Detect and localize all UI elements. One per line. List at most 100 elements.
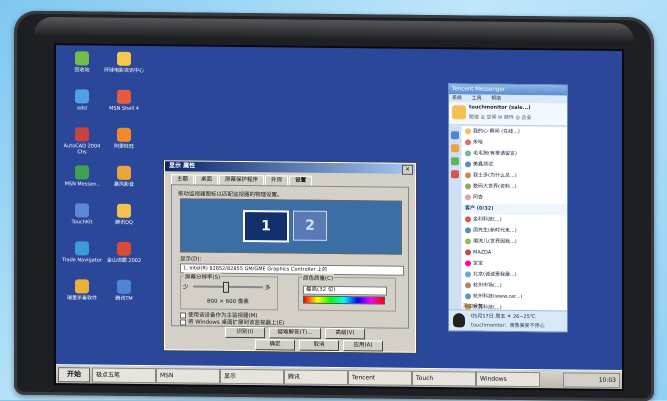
contact-name: 北京(诚诚是我最...) xyxy=(473,271,517,278)
cancel-button[interactable]: 取消 xyxy=(299,339,339,352)
desktop-icon[interactable]: AutoCAD 2004 Chs xyxy=(60,127,104,155)
taskbar-item[interactable]: Tencent xyxy=(348,370,412,386)
contact-name: 我的心·瞬间 (在线...) xyxy=(473,128,520,135)
desktop-icon[interactable]: 腾讯TM xyxy=(102,279,146,302)
avatar[interactable] xyxy=(452,105,466,120)
group-icon[interactable] xyxy=(451,144,459,153)
contact-avatar-icon xyxy=(465,215,471,222)
monitor-1-icon[interactable]: 1 xyxy=(243,210,289,243)
contact-avatar-icon xyxy=(465,171,471,178)
desktop-icon-label: MSN Shell 4 xyxy=(109,105,139,112)
desktop-icon[interactable]: 暴风影音 xyxy=(102,165,146,188)
monitor-frame: 回收站 环球电影资讯中心 adsl MSN Shell 4 AutoCAD 2004 C… xyxy=(14,10,654,401)
tab-screensaver[interactable]: 屏幕保护程序 xyxy=(219,174,265,186)
desktop-icon[interactable]: MSN Shell 4 xyxy=(102,89,146,112)
resolution-less: 少 xyxy=(183,284,189,291)
contact-avatar-icon xyxy=(465,138,471,145)
color-quality-group: 颜色质量(C) 最高(32 位) xyxy=(298,273,396,312)
resolution-slider-thumb[interactable] xyxy=(223,281,229,293)
troubleshoot-button[interactable]: 疑难解答(T)... xyxy=(269,327,321,339)
taskbar-item[interactable]: 极点五笔 xyxy=(92,367,156,384)
desktop-icon[interactable]: 瑞星杀毒软件 xyxy=(60,279,104,302)
contact-name: 阿杏 xyxy=(473,194,484,201)
app-icon xyxy=(117,165,131,180)
desktop-icon[interactable]: MSN Messen.. xyxy=(60,165,104,188)
start-button[interactable]: 开始 xyxy=(58,367,90,383)
recent-icon[interactable] xyxy=(451,157,459,166)
weather-date: 05月17日 周五 ☀ 26~25℃ xyxy=(471,313,536,321)
contact-avatar-icon xyxy=(465,248,471,255)
screen: 回收站 环球电影资讯中心 adsl MSN Shell 4 AutoCAD 2004 C… xyxy=(54,43,624,392)
desktop: 回收站 环球电影资讯中心 adsl MSN Shell 4 AutoCAD 2004 C… xyxy=(56,45,622,372)
contact-avatar-icon xyxy=(465,127,471,134)
extend-desktop-label: 将 Windows 桌面扩展到该监视器上(E) xyxy=(188,319,285,327)
desktop-icon[interactable]: TouchKit xyxy=(60,203,104,225)
desktop-icon[interactable]: Trade Navigator xyxy=(60,241,104,264)
contact-name: 毛毛狗(有事请留言) xyxy=(473,150,517,157)
resolution-slider[interactable] xyxy=(193,281,263,293)
taskbar-item[interactable]: Windows xyxy=(476,371,540,388)
app-icon xyxy=(117,279,131,294)
tab-desktop[interactable]: 桌面 xyxy=(195,174,219,185)
taskbar-item[interactable]: MSN xyxy=(156,368,220,384)
menu-help[interactable]: 帮助 xyxy=(491,96,501,102)
identify-button[interactable]: 识别(I) xyxy=(225,326,265,339)
contact-name: 周先生(新时代来...) xyxy=(473,227,517,234)
monitor-hint: 拖动监视器图标以匹配监视器的物理设置。 xyxy=(178,191,283,199)
desktop-icon[interactable]: adsl xyxy=(60,89,104,111)
app-icon xyxy=(75,241,89,256)
desktop-icon-label: adsl xyxy=(76,105,88,112)
contact-avatar-icon xyxy=(465,270,471,277)
app-icon xyxy=(75,127,89,142)
contact-name: 朱哈 xyxy=(473,139,484,146)
color-quality-select[interactable]: 最高(32 位) xyxy=(303,285,387,296)
desktop-icon-label: 金山词霸 2002 xyxy=(106,257,142,264)
taskbar-item[interactable]: 腾讯 xyxy=(284,369,348,386)
checkbox-icon xyxy=(180,318,186,325)
taskbar-item[interactable]: 显示 xyxy=(220,368,284,385)
contact-name: 数码大世界(资料...) xyxy=(473,183,517,190)
display-properties-dialog: 显示 属性 × 主题 桌面 屏幕保护程序 外观 设置 拖动监视器图标以匹配监视器的物理设… xyxy=(163,159,417,354)
dialog-title: 显示 属性 xyxy=(165,161,415,174)
contact-list: 我的心·瞬间 (在线...) 朱哈 毛毛狗(有事请留言) 美鑫测试 我士多(为什么总..… xyxy=(462,126,567,314)
display-label: 显示(D): xyxy=(180,256,202,263)
contact-avatar-icon xyxy=(465,281,471,288)
app-icon xyxy=(117,127,131,142)
desktop-icon[interactable]: 金山词霸 2002 xyxy=(102,241,146,264)
close-icon[interactable]: × xyxy=(402,164,413,175)
app-icon xyxy=(75,51,89,66)
contact-name: 宝宝 xyxy=(473,260,484,267)
tab-theme[interactable]: 主题 xyxy=(171,174,195,185)
bezel-shine xyxy=(34,16,634,44)
resolution-value: 800 × 600 像素 xyxy=(207,298,249,306)
menu-tools[interactable]: 工具 xyxy=(472,95,482,101)
menu-system[interactable]: 系统 xyxy=(452,95,462,101)
app-icon xyxy=(75,89,89,104)
contact-avatar-icon xyxy=(465,259,471,266)
contact-name: 金利科技(...) xyxy=(473,216,502,223)
desktop-icon[interactable]: 回收站 xyxy=(60,51,104,73)
mail-icon[interactable] xyxy=(451,170,459,179)
monitor-2-icon[interactable]: 2 xyxy=(293,210,327,241)
ok-button[interactable]: 确定 xyxy=(255,339,295,351)
app-icon xyxy=(117,51,131,66)
desktop-icon[interactable]: 环球电影资讯中心 xyxy=(102,51,146,74)
resolution-more: 多 xyxy=(265,285,271,292)
desktop-icon[interactable]: 腾讯QQ xyxy=(102,203,146,226)
user-status: 短信 ◎ 空间 ✉ 邮件 ◎ 企业 xyxy=(469,114,532,122)
contacts-icon[interactable] xyxy=(451,131,459,140)
contact-name: MAZDA xyxy=(473,249,492,256)
app-icon xyxy=(117,89,131,104)
signature: touchmonitor：黄鲁美爱不停心 xyxy=(471,322,545,330)
tab-appearance[interactable]: 外观 xyxy=(265,175,289,186)
resolution-group: 屏幕分辨率(S) 少 多 800 × 600 像素 xyxy=(180,272,278,311)
monitor-preview: 1 2 xyxy=(180,198,402,255)
advanced-button[interactable]: 高级(V) xyxy=(325,327,365,340)
apply-button[interactable]: 应用(A) xyxy=(343,340,383,352)
app-icon xyxy=(117,203,131,218)
desktop-icon-label: Trade Navigator xyxy=(62,257,102,264)
messenger-sidebar xyxy=(449,126,461,321)
taskbar-item[interactable]: Touch xyxy=(412,370,476,387)
extend-desktop-checkbox[interactable]: 将 Windows 桌面扩展到该监视器上(E) xyxy=(180,317,284,326)
desktop-icon[interactable]: 阿里旺旺 xyxy=(102,127,146,150)
